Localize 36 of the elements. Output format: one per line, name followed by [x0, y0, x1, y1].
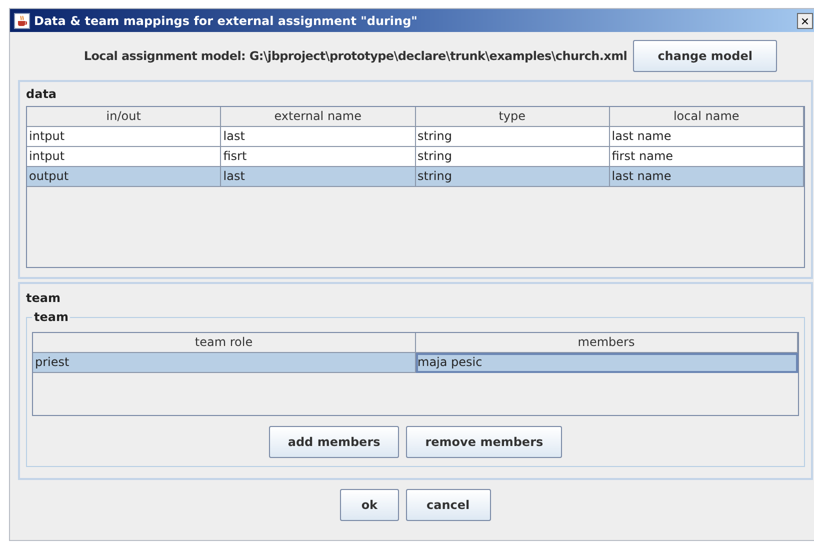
table-cell: first name	[610, 147, 804, 167]
change-model-button[interactable]: change model	[633, 40, 778, 72]
window-title: Data & team mappings for external assignment "during"	[34, 14, 418, 28]
team-action-button[interactable]: add members	[268, 426, 400, 458]
table-cell: output	[27, 167, 222, 187]
table-cell: maja pesic	[416, 353, 798, 373]
table-cell: intput	[27, 147, 222, 167]
table-row[interactable]: intput fisrt string first name	[27, 147, 804, 167]
group-title: team	[33, 310, 70, 324]
dialog-button[interactable]: cancel	[406, 489, 491, 521]
table-row[interactable]: priest maja pesic	[33, 353, 798, 373]
coffee-cup-icon	[14, 12, 30, 28]
table-cell: fisrt	[221, 147, 416, 167]
close-button[interactable]: ×	[797, 12, 813, 28]
table-cell: string	[416, 147, 610, 167]
table-cell: string	[416, 167, 610, 187]
column-header[interactable]: local name	[610, 107, 804, 127]
table-cell: last	[221, 127, 416, 147]
dialog-button[interactable]: ok	[340, 489, 399, 521]
table-row[interactable]: output last string last name	[27, 167, 804, 187]
section-title: team	[26, 290, 62, 307]
table-cell: priest	[33, 353, 416, 373]
table-cell: string	[416, 127, 610, 147]
column-header[interactable]: members	[416, 333, 798, 353]
column-header[interactable]: type	[416, 107, 610, 127]
table-cell: last name	[610, 127, 804, 147]
table-cell: last	[221, 167, 416, 187]
team-action-button[interactable]: remove members	[406, 426, 562, 458]
table-row[interactable]: intput last string last name	[27, 127, 804, 147]
column-header[interactable]: team role	[33, 333, 416, 353]
column-header[interactable]: external name	[221, 107, 416, 127]
table-cell: intput	[27, 127, 222, 147]
section-title: data	[26, 86, 58, 103]
model-path-label: Local assignment model: G:\jbproject\prototype\declare\trunk\examples\church.xml	[84, 49, 628, 63]
column-header[interactable]: in/out	[27, 107, 222, 127]
table-cell: last name	[610, 167, 804, 187]
